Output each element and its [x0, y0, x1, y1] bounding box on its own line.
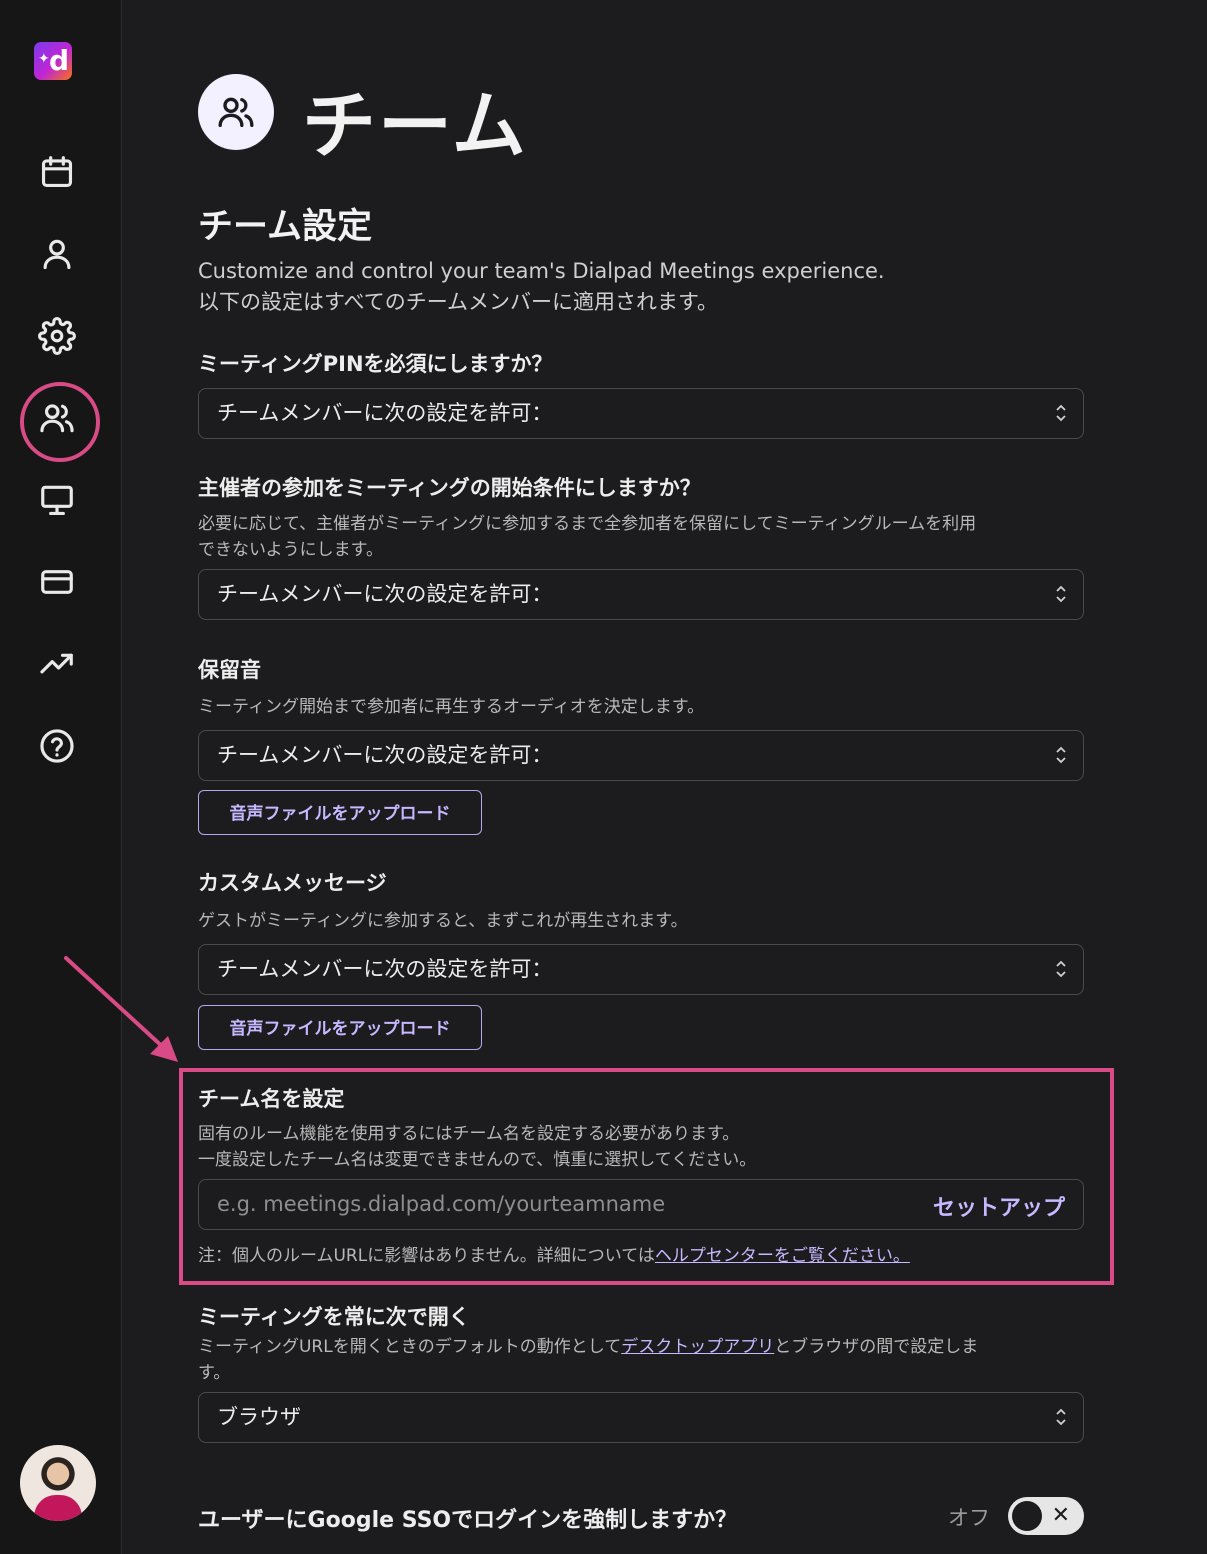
- hold-music-upload-button[interactable]: 音声ファイルをアップロード: [198, 790, 482, 835]
- toggle-knob: [1012, 1501, 1042, 1531]
- intro-line-1: Customize and control your team's Dialpa…: [198, 259, 885, 283]
- desktop-app-link[interactable]: デスクトップアプリ: [621, 1337, 774, 1357]
- team-name-input-group: e.g. meetings.dialpad.com/yourteamname セ…: [198, 1179, 1084, 1230]
- help-icon: [40, 729, 74, 763]
- team-name-desc-line-1: 固有のルーム機能を使用するにはチーム名を設定する必要があります。: [198, 1124, 740, 1144]
- sidebar-item-team[interactable]: [37, 398, 77, 438]
- calendar-icon: [41, 156, 73, 188]
- sidebar-item-calendar[interactable]: [37, 152, 77, 192]
- credit-card-icon: [41, 570, 73, 594]
- sidebar: ✦ d: [0, 0, 122, 1554]
- open-with-desc: ミーティングURLを開くときのデフォルトの動作としてデスクトップアプリとブラウザ…: [198, 1334, 1088, 1386]
- open-with-desc-line-2: す。: [198, 1363, 231, 1383]
- custom-message-upload-button[interactable]: 音声ファイルをアップロード: [198, 1005, 482, 1050]
- users-icon: [218, 97, 254, 128]
- host-required-label: 主催者の参加をミーティングの開始条件にしますか？: [198, 476, 701, 500]
- sidebar-item-settings[interactable]: [37, 316, 77, 356]
- logo-spark: ✦: [38, 51, 50, 67]
- open-with-desc-prefix: ミーティングURLを開くときのデフォルトの動作として: [198, 1337, 622, 1357]
- team-name-desc: 固有のルーム機能を使用するにはチーム名を設定する必要があります。 一度設定したチ…: [198, 1121, 1088, 1173]
- google-sso-state: オフ: [948, 1506, 990, 1530]
- team-name-note-text: 注：個人のルームURLに影響はありません。詳細については: [198, 1246, 655, 1266]
- hold-music-select[interactable]: チームメンバーに次の設定を許可：: [198, 730, 1084, 781]
- team-name-setup-button[interactable]: セットアップ: [933, 1190, 1065, 1222]
- sidebar-item-rooms[interactable]: [37, 480, 77, 520]
- intro-text: Customize and control your team's Dialpa…: [198, 256, 885, 318]
- monitor-icon: [41, 485, 73, 516]
- avatar-shirt: [34, 1495, 82, 1521]
- sidebar-item-billing[interactable]: [37, 562, 77, 602]
- host-required-select[interactable]: チームメンバーに次の設定を許可：: [198, 569, 1084, 620]
- open-with-desc-suffix: とブラウザの間で設定しま: [774, 1337, 979, 1357]
- team-name-label: チーム名を設定: [198, 1087, 345, 1111]
- custom-message-label: カスタムメッセージ: [198, 871, 387, 895]
- trending-up-icon: [40, 653, 73, 674]
- chevron-up-down-icon: [1056, 404, 1066, 422]
- help-center-link[interactable]: ヘルプセンターをご覧ください。: [655, 1246, 910, 1266]
- dialpad-logo[interactable]: ✦ d: [34, 42, 72, 80]
- host-required-desc: 必要に応じて、主催者がミーティングに参加するまで全参加者を保留にしてミーティング…: [198, 511, 1088, 563]
- pin-select[interactable]: チームメンバーに次の設定を許可：: [198, 388, 1084, 439]
- hold-music-label: 保留音: [198, 658, 261, 682]
- custom-message-select-value: チームメンバーに次の設定を許可：: [217, 957, 553, 981]
- google-sso-toggle[interactable]: ✕: [1008, 1497, 1084, 1535]
- chevron-up-down-icon: [1056, 960, 1066, 978]
- sidebar-item-profile[interactable]: [37, 234, 77, 274]
- gear-icon: [38, 317, 76, 355]
- page-title: チーム: [302, 83, 528, 169]
- custom-message-desc: ゲストがミーティングに参加すると、まずこれが再生されます。: [198, 911, 688, 931]
- hold-music-select-value: チームメンバーに次の設定を許可：: [217, 743, 553, 767]
- team-name-note: 注：個人のルームURLに影響はありません。詳細についてはヘルプセンターをご覧くだ…: [198, 1241, 910, 1266]
- pin-select-value: チームメンバーに次の設定を許可：: [217, 401, 553, 425]
- chevron-up-down-icon: [1056, 585, 1066, 603]
- intro-line-2: 以下の設定はすべてのチームメンバーに適用されます。: [198, 290, 718, 314]
- section-title: チーム設定: [198, 207, 372, 247]
- annotation-arrow: [64, 956, 178, 1062]
- chevron-up-down-icon: [1056, 1408, 1066, 1426]
- user-icon: [43, 239, 71, 270]
- users-icon: [40, 404, 74, 433]
- team-title-badge: [198, 74, 274, 150]
- user-avatar[interactable]: [20, 1445, 96, 1521]
- sidebar-item-help[interactable]: [37, 726, 77, 766]
- host-desc-line-2: できないようにします。: [198, 540, 383, 560]
- open-with-desc-line-1: ミーティングURLを開くときのデフォルトの動作としてデスクトップアプリとブラウザ…: [198, 1334, 1088, 1360]
- host-select-value: チームメンバーに次の設定を許可：: [217, 582, 553, 606]
- open-with-select-value: ブラウザ: [217, 1405, 301, 1429]
- team-name-desc-line-2: 一度設定したチーム名は変更できませんので、慎重に選択してください。: [198, 1150, 757, 1170]
- hold-music-desc: ミーティング開始まで参加者に再生するオーディオを決定します。: [198, 697, 705, 717]
- team-name-input[interactable]: e.g. meetings.dialpad.com/yourteamname: [217, 1192, 665, 1216]
- open-with-label: ミーティングを常に次で開く: [198, 1305, 470, 1329]
- sidebar-item-analytics[interactable]: [37, 644, 77, 684]
- open-with-select[interactable]: ブラウザ: [198, 1392, 1084, 1443]
- logo-letter: d: [49, 44, 70, 77]
- host-desc-line-1: 必要に応じて、主催者がミーティングに参加するまで全参加者を保留にしてミーティング…: [198, 514, 977, 534]
- pin-label: ミーティングPINを必須にしますか？: [198, 352, 553, 376]
- chevron-up-down-icon: [1056, 746, 1066, 764]
- custom-message-select[interactable]: チームメンバーに次の設定を許可：: [198, 944, 1084, 995]
- close-icon: ✕: [1051, 1503, 1070, 1528]
- google-sso-label: ユーザーにGoogle SSOでログインを強制しますか？: [198, 1508, 738, 1533]
